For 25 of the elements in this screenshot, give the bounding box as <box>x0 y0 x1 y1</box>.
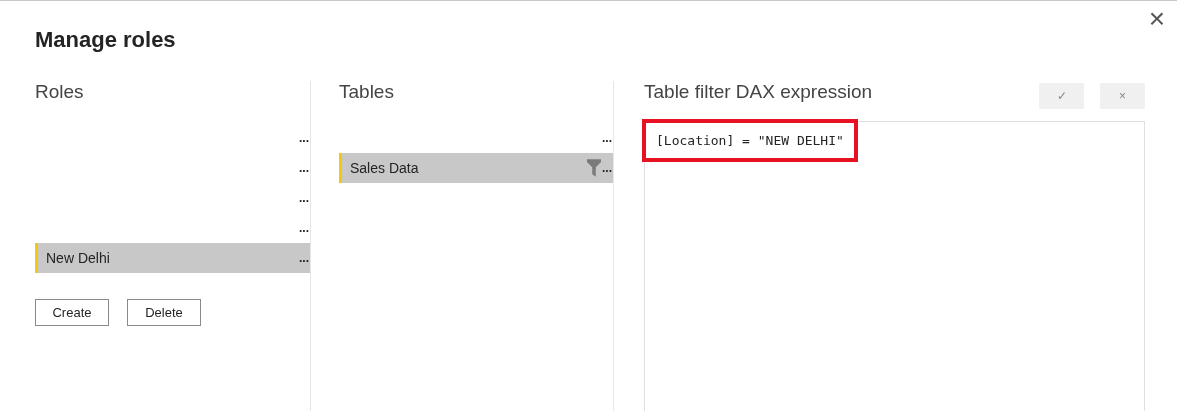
more-options[interactable]: ... <box>299 162 309 174</box>
more-options[interactable]: ... <box>299 222 309 234</box>
table-item[interactable]: ... <box>339 123 613 153</box>
column-heading: Table filter DAX expression <box>644 81 873 104</box>
dialog-title: Manage roles <box>35 27 177 54</box>
role-item[interactable]: New Delhi ... <box>35 243 310 273</box>
close-button[interactable]: × <box>1144 5 1169 33</box>
role-item[interactable]: ... <box>35 153 310 183</box>
role-item[interactable]: ... <box>35 213 310 243</box>
more-options[interactable]: ... <box>299 192 309 204</box>
more-options[interactable]: ... <box>602 162 612 174</box>
more-options[interactable]: ... <box>602 132 612 144</box>
table-name: Sales Data <box>350 160 419 176</box>
create-button[interactable]: Create <box>35 299 109 326</box>
column-heading: Tables <box>339 81 395 104</box>
dax-expression: [Location] = "NEW DELHI" <box>642 119 858 162</box>
role-item[interactable]: ... <box>35 123 310 153</box>
more-options[interactable]: ... <box>299 252 309 264</box>
table-item[interactable]: Sales Data ... <box>339 153 613 183</box>
role-item[interactable]: ... <box>35 183 310 213</box>
expression-editor[interactable]: [Location] = "NEW DELHI" <box>644 121 1145 411</box>
more-options[interactable]: ... <box>299 132 309 144</box>
role-name: New Delhi <box>46 250 110 266</box>
column-heading: Roles <box>35 81 85 104</box>
delete-button[interactable]: Delete <box>127 299 201 326</box>
